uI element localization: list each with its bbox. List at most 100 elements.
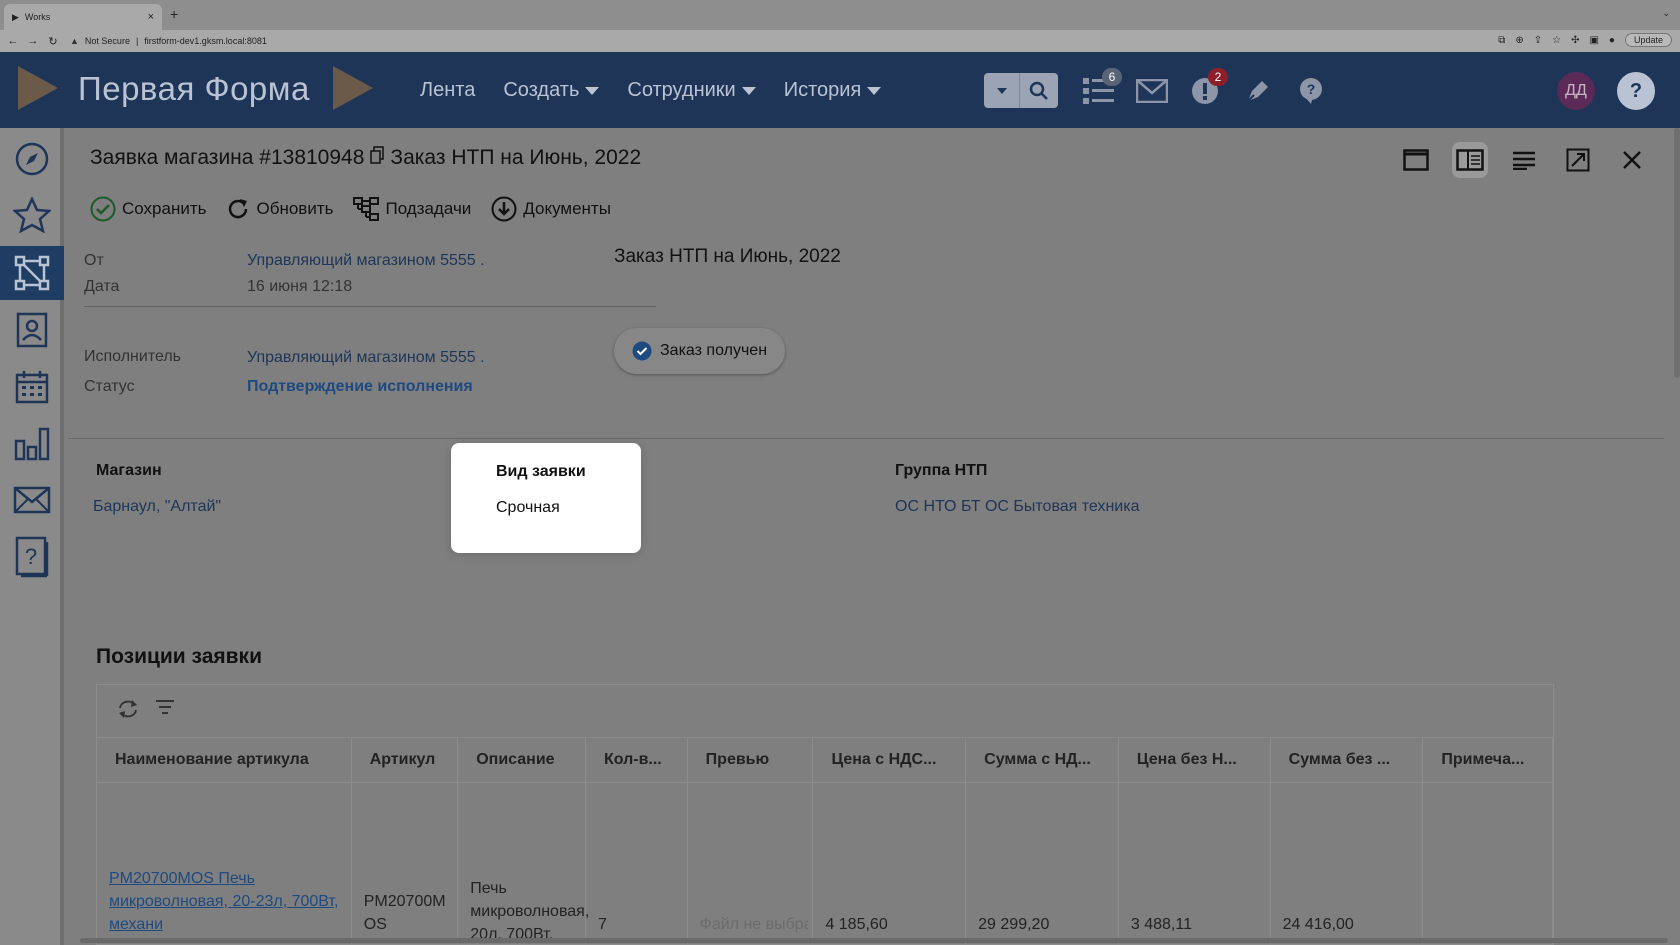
- column-header[interactable]: Примеча...: [1423, 738, 1553, 782]
- horizontal-scrollbar[interactable]: [80, 938, 1668, 943]
- side-panel-icon[interactable]: ▣: [1589, 35, 1598, 46]
- back-icon[interactable]: ←: [6, 35, 20, 47]
- vertical-scrollbar[interactable]: [1674, 128, 1680, 378]
- cell-price-novat-text: 3 488,11: [1130, 916, 1192, 933]
- help-icon[interactable]: ?: [1617, 72, 1655, 110]
- tasks-badge: 6: [1102, 68, 1122, 86]
- download-circle-icon: [491, 196, 517, 222]
- forward-icon[interactable]: →: [26, 35, 40, 47]
- browser-tab[interactable]: ▶ Works ×: [4, 4, 162, 30]
- subtasks-button[interactable]: Подзадачи: [353, 196, 471, 222]
- not-secure-label: Not Secure: [84, 36, 130, 46]
- warning-icon: ▲: [70, 36, 79, 46]
- translate-icon[interactable]: ⧉: [1498, 35, 1505, 46]
- sync-icon[interactable]: [117, 699, 139, 724]
- cell-name-text[interactable]: PM20700MOS Печь микроволновая, 20-23л, 7…: [109, 867, 347, 936]
- column-header[interactable]: Описание: [458, 738, 586, 782]
- nav-employees[interactable]: Сотрудники: [627, 79, 756, 102]
- play-icon: ▶: [12, 11, 19, 22]
- column-header[interactable]: Кол-в...: [586, 738, 688, 782]
- cell-qty-text: 7: [597, 916, 607, 933]
- app-header: Первая Форма Лента Создать Сотрудники Ис…: [0, 52, 1680, 128]
- nav-create-label: Создать: [503, 79, 580, 101]
- from-value[interactable]: Управляющий магазином 5555 .: [247, 252, 485, 270]
- date-label: Дата: [84, 278, 120, 295]
- compass-icon[interactable]: [0, 132, 64, 186]
- caret-down-icon: [585, 86, 600, 95]
- alert-icon[interactable]: 2: [1188, 68, 1228, 108]
- split-pane-icon[interactable]: [1452, 142, 1488, 178]
- cell-note: [1423, 783, 1553, 945]
- help-book-icon[interactable]: ?: [0, 530, 64, 584]
- search-icon[interactable]: [1020, 73, 1058, 108]
- column-header[interactable]: Сумма без ...: [1271, 738, 1424, 782]
- star-icon[interactable]: [0, 188, 64, 242]
- nav-feed[interactable]: Лента: [420, 79, 475, 102]
- bookmark-star-icon[interactable]: ☆: [1552, 35, 1561, 46]
- toolbar: Сохранить Обновить Подзадачи Документы: [90, 196, 611, 222]
- search-dropdown-icon[interactable]: [984, 73, 1020, 108]
- chat-help-icon[interactable]: ?: [1294, 74, 1328, 108]
- pen-icon[interactable]: [1241, 74, 1275, 108]
- save-button[interactable]: Сохранить: [90, 196, 206, 222]
- documents-button[interactable]: Документы: [491, 196, 611, 222]
- cell-price-novat: 3 488,11: [1119, 783, 1271, 945]
- cell-name[interactable]: PM20700MOS Печь микроволновая, 20-23л, 7…: [97, 783, 352, 945]
- shop-value[interactable]: Барнаул, "Алтай": [93, 498, 221, 516]
- svg-text:?: ?: [1307, 81, 1316, 97]
- executor-value[interactable]: Управляющий магазином 5555 .: [247, 349, 485, 367]
- filter-icon[interactable]: [155, 699, 175, 724]
- workflow-icon[interactable]: [0, 246, 64, 300]
- copy-icon[interactable]: [370, 146, 385, 170]
- share-icon[interactable]: ⇪: [1534, 35, 1542, 46]
- avatar[interactable]: ДД: [1557, 72, 1595, 110]
- expand-icon[interactable]: [1560, 142, 1596, 178]
- cell-price-vat: 4 185,60: [813, 783, 967, 945]
- tab-list-chevron-icon[interactable]: ⌄: [1662, 8, 1670, 19]
- status-label: Статус: [84, 378, 135, 395]
- mail-icon[interactable]: [1135, 74, 1169, 108]
- title-prefix: Заявка магазина #13810948: [90, 146, 365, 169]
- lines-icon[interactable]: [1506, 142, 1542, 178]
- request-type-card[interactable]: Вид заявки Срочная: [451, 443, 641, 553]
- column-header[interactable]: Сумма с НД...: [966, 738, 1119, 782]
- shop-label: Магазин: [96, 462, 162, 479]
- column-header[interactable]: Цена с НДС...: [813, 738, 967, 782]
- single-pane-icon[interactable]: [1398, 142, 1434, 178]
- cell-description-text: Печь микроволновая, 20л, 700Вт.: [470, 880, 590, 943]
- tab-close-icon[interactable]: ×: [148, 11, 154, 23]
- status-value[interactable]: Подтверждение исполнения: [247, 378, 473, 396]
- cell-sum-vat: 29 299,20: [966, 783, 1119, 945]
- new-tab-button[interactable]: +: [170, 6, 178, 22]
- search-box[interactable]: [984, 73, 1058, 108]
- date-value: 16 июня 12:18: [247, 278, 353, 295]
- order-received-button[interactable]: Заказ получен: [614, 328, 786, 374]
- refresh-button[interactable]: Обновить: [226, 196, 333, 222]
- group-value[interactable]: ОС НТО БТ ОС Бытовая техника: [895, 498, 1139, 516]
- column-header[interactable]: Цена без Н...: [1119, 738, 1271, 782]
- cell-preview[interactable]: Файл не выбран: [688, 783, 814, 945]
- nav-history-label: История: [783, 79, 862, 101]
- nav-create[interactable]: Создать: [503, 79, 600, 102]
- cell-article: PM20700MOS: [352, 783, 459, 945]
- request-type-value[interactable]: Срочная: [496, 499, 560, 517]
- zoom-icon[interactable]: ⊕: [1515, 35, 1523, 46]
- contact-card-icon[interactable]: [0, 303, 64, 357]
- column-header[interactable]: Артикул: [352, 738, 459, 782]
- calendar-icon[interactable]: [0, 360, 64, 414]
- nav-history[interactable]: История: [784, 79, 882, 102]
- column-header[interactable]: Превью: [688, 738, 814, 782]
- left-sidebar: ?: [0, 128, 64, 945]
- reload-icon[interactable]: ↻: [46, 35, 60, 48]
- app-logo-text[interactable]: Первая Форма: [78, 70, 310, 108]
- tasks-list-icon[interactable]: 6: [1082, 68, 1122, 108]
- extensions-icon[interactable]: ✣: [1571, 35, 1579, 46]
- envelope-icon[interactable]: [0, 473, 64, 527]
- url-field[interactable]: ▲ Not Secure | firstform-dev1.gksm.local…: [70, 36, 267, 46]
- bar-chart-icon[interactable]: [0, 417, 64, 471]
- update-button[interactable]: Update: [1624, 33, 1672, 47]
- profile-icon[interactable]: ●: [1609, 35, 1615, 46]
- request-type-label: Вид заявки: [496, 463, 586, 480]
- column-header[interactable]: Наименование артикула: [97, 738, 352, 782]
- close-icon[interactable]: [1614, 142, 1650, 178]
